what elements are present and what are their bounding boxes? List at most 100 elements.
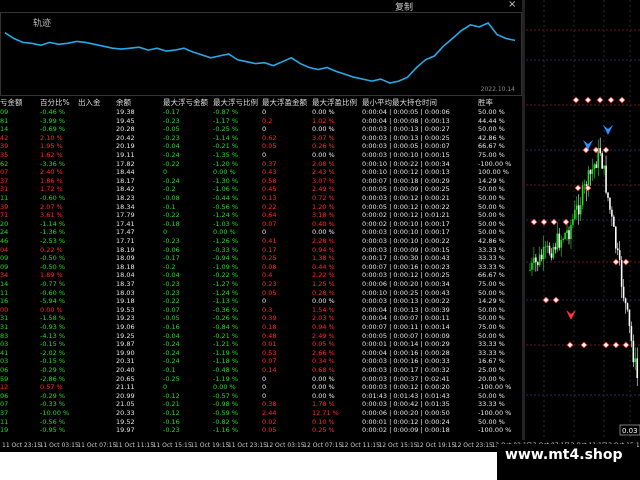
table-cell: 18.03 [116, 288, 135, 297]
table-cell: 2.49 % [312, 331, 335, 340]
table-cell: -0.05 [163, 314, 180, 323]
column-header[interactable]: 最大浮盈金额 [262, 97, 307, 108]
candle-body [595, 164, 598, 168]
table-cell: 50.00 % [478, 331, 505, 340]
table-cell: -2.86 % [40, 374, 66, 383]
table-cell: -0.22 [163, 297, 180, 306]
table-cell: 0 [262, 108, 267, 116]
table-cell: 3.18 % [312, 211, 335, 220]
table-cell: 0 [262, 228, 267, 237]
table-cell: -1.17 % [213, 116, 239, 125]
table-cell: -100.00 % [478, 159, 512, 168]
candle-body [634, 358, 637, 363]
candle-body [562, 239, 564, 241]
table-cell: 19.90 [116, 348, 135, 357]
table-cell: 0.02 [262, 417, 277, 426]
table-cell: 0:00:03 | 0:00:10 | 0:00:17 [362, 228, 450, 237]
table-cell: 25.00 % [478, 366, 505, 374]
candle-body [630, 326, 633, 341]
table-cell: 81 [0, 116, 9, 125]
table-cell: -0.17 [163, 108, 180, 116]
table-cell: 0:00:04 | 0:00:07 | 0:00:11 [362, 314, 450, 323]
column-header[interactable]: 亏金额 [0, 97, 23, 108]
table-cell: 03 [0, 357, 9, 366]
table-cell: -0.21 % [213, 142, 239, 151]
table-row[interactable]: 19 -0.95 % 19.97 -0.23 -1.16 % 0.05 0.25 % 0:00… [0, 426, 525, 436]
candle-body [628, 309, 631, 327]
table-cell: 0.34 % [312, 357, 335, 366]
candle-body [591, 169, 594, 174]
table-cell: 75.00 % [478, 323, 505, 331]
table-cell: 2.07 % [40, 202, 63, 211]
table-cell: 50.00 % [478, 305, 505, 314]
candle-body [589, 170, 592, 174]
column-header[interactable]: 最大浮亏金额 [163, 97, 208, 108]
table-cell: 0.00 % [312, 374, 335, 383]
column-header[interactable]: 最大浮盈比例 [312, 97, 357, 108]
table-cell: 0:00:06 | 0:00:20 | 0:00:34 [362, 280, 450, 288]
table-cell: -0.23 [163, 133, 180, 142]
price-chart[interactable]: 0.03 [526, 0, 640, 440]
table-cell: -0.21 % [213, 331, 239, 340]
table-cell: 17.79 [116, 211, 135, 220]
column-header[interactable]: 最大浮亏比例 [213, 97, 258, 108]
table-cell: 19.25 [116, 331, 135, 340]
table-cell: -0.25 % [213, 125, 239, 134]
candle-body [570, 224, 572, 240]
table-cell: -0.50 % [40, 254, 66, 263]
table-cell: -0.12 [163, 391, 180, 400]
panel-titlebar: 复制 × [0, 0, 525, 13]
table-cell: 17.41 [116, 219, 135, 228]
table-cell: 0:00:02 | 0:00:10 | 0:00:17 [362, 219, 450, 228]
table-cell: 42.86 % [478, 133, 505, 142]
table-cell: -1.18 % [213, 357, 239, 366]
table-cell: 0.17 [262, 245, 277, 254]
price-badge-label: 0.03 [622, 427, 638, 435]
column-header[interactable]: 余额 [116, 97, 131, 108]
candle-body [574, 209, 576, 220]
column-header[interactable]: 百分比% [40, 97, 70, 108]
table-cell: 19.23 [116, 314, 135, 323]
table-cell: 39 [0, 202, 9, 211]
trade-marker [596, 96, 604, 104]
close-icon[interactable]: × [508, 0, 516, 10]
table-cell: -0.08 [163, 194, 180, 202]
table-cell: -0.16 [163, 417, 180, 426]
table-cell: 18.23 [116, 194, 135, 202]
table-cell: 0:00:10 | 0:00:25 | 0:00:43 [362, 288, 450, 297]
table-cell: 0.08 [262, 262, 277, 271]
table-cell: 0.94 % [312, 245, 335, 254]
table-cell: -1.09 % [213, 262, 239, 271]
table-cell: -0.24 [163, 348, 180, 357]
table-cell: -0.26 % [213, 314, 239, 323]
table-cell: -1.24 % [213, 288, 239, 297]
table-cell: 03 [0, 340, 9, 349]
column-header[interactable]: 最小平均最大持仓时间 [362, 97, 437, 108]
candle-body [622, 286, 625, 299]
table-cell: -0.2 [163, 262, 176, 271]
table-cell: 0:00:07 | 0:00:16 | 0:00:23 [362, 262, 450, 271]
table-cell: 0.00 % [312, 383, 335, 392]
table-cell: 0:00:01 | 0:00:14 | 0:00:29 [362, 340, 450, 349]
table-cell: 20.99 [116, 391, 135, 400]
table-cell: 0.68 % [312, 366, 335, 374]
table-cell: 83 [0, 331, 9, 340]
table-cell: -0.06 [163, 245, 180, 254]
candle-body [581, 185, 584, 205]
table-cell: -0.16 [163, 323, 180, 331]
column-header[interactable]: 胜率 [478, 97, 493, 108]
table-cell: -0.95 % [40, 426, 66, 435]
table-cell: -0.18 [163, 219, 180, 228]
table-cell: 66.67 % [478, 271, 505, 280]
table-cell: -4.13 % [40, 331, 66, 340]
column-header[interactable]: 出入金 [78, 97, 101, 108]
table-cell: 0:00:03 | 0:00:09 | 0:00:15 [362, 245, 450, 254]
trade-marker [612, 258, 620, 266]
vertical-scrollbar[interactable] [522, 0, 525, 440]
trade-marker [622, 258, 630, 266]
table-cell: -1.20 % [213, 159, 239, 168]
table-cell: 0:00:03 | 0:00:05 | 0:00:07 [362, 142, 450, 151]
table-cell: 0.4 [262, 271, 273, 280]
table-cell: 0.37 [262, 159, 277, 168]
table-cell: 12.71 % [312, 409, 339, 417]
